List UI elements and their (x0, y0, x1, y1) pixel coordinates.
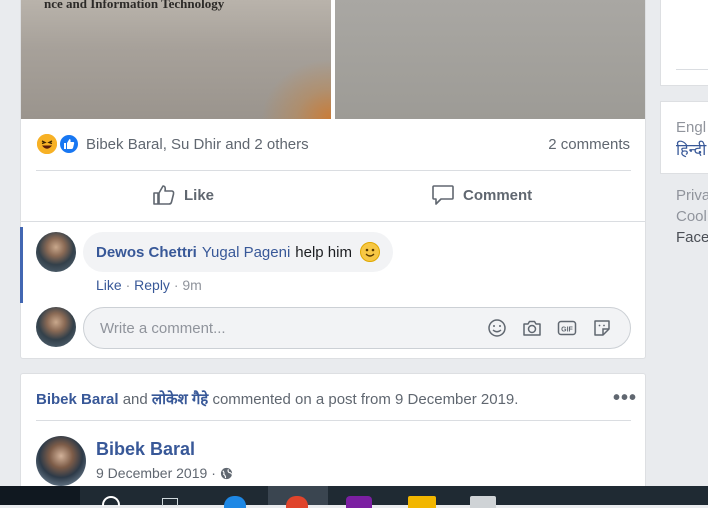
comment-author-link[interactable]: Dewos Chettri (96, 244, 197, 261)
footer-facebook-text: Face (676, 229, 708, 246)
actor-link[interactable]: Bibek Baral (36, 391, 119, 408)
separator: · (125, 277, 131, 293)
current-user-avatar[interactable] (36, 307, 76, 347)
footer-privacy-link[interactable]: Priva (676, 187, 708, 204)
like-button[interactable]: Like (152, 182, 214, 208)
taskbar-start-area[interactable] (0, 486, 80, 505)
chrome-browser-icon[interactable] (286, 496, 308, 508)
app-icon[interactable] (470, 496, 496, 508)
story-activity-line: Bibek Baral and लोकेश गैहे commented on … (36, 389, 518, 409)
globe-icon[interactable] (220, 467, 233, 480)
post-photo-right[interactable] (335, 0, 645, 119)
comment-button[interactable]: Comment (431, 182, 532, 208)
comment-mention-link[interactable]: Yugal Pageni (202, 244, 290, 261)
post-date: 9 December 2019 · (96, 465, 233, 481)
actor-link[interactable]: लोकेश गैहे (152, 391, 208, 408)
emoji-icon[interactable] (486, 317, 508, 339)
post-author-link[interactable]: Bibek Baral (96, 439, 195, 460)
divider (676, 69, 708, 70)
activity-text: commented on a post from 9 December 2019… (212, 391, 519, 408)
haha-reaction-icon[interactable] (36, 133, 58, 155)
divider (36, 420, 631, 421)
language-english[interactable]: Engl (676, 119, 706, 136)
file-explorer-icon[interactable] (408, 496, 436, 508)
language-hindi-link[interactable]: हिन्दी (676, 138, 706, 160)
more-options-icon[interactable]: ••• (613, 388, 637, 408)
comment-reply-link[interactable]: Reply (134, 277, 170, 293)
camera-icon[interactable] (521, 317, 543, 339)
like-reaction-icon[interactable] (58, 133, 80, 155)
comment-button-label: Comment (463, 186, 533, 204)
comment-meta: Like · Reply · 9m (96, 277, 202, 293)
comment-text: help him (295, 243, 352, 261)
edge-browser-icon[interactable] (224, 496, 246, 508)
svg-text:GIF: GIF (561, 327, 573, 334)
comment-highlight-bar (20, 227, 23, 303)
sidebar-box (660, 0, 708, 86)
like-button-label: Like (184, 186, 215, 204)
smiley-emoji-icon (359, 242, 380, 262)
separator: · (211, 465, 216, 481)
reactor-names-link[interactable]: Bibek Baral, Su Dhir and 2 others (86, 136, 309, 153)
comment-like-link[interactable]: Like (96, 277, 122, 293)
commenter-avatar[interactable] (36, 232, 76, 272)
divider (36, 170, 631, 171)
comment-count-link[interactable]: 2 comments (548, 136, 630, 153)
divider (21, 221, 645, 222)
footer-cookies-link[interactable]: Cool (676, 208, 707, 225)
comment-bubble-icon (432, 185, 454, 205)
post-author-avatar[interactable] (36, 436, 86, 486)
app-icon[interactable] (346, 496, 372, 508)
thumbs-up-icon (153, 185, 175, 205)
post-photo-left[interactable]: nce and Information Technology (21, 0, 331, 119)
comment-bubble: Dewos Chettri Yugal Pageni help him (83, 232, 393, 272)
sticker-icon[interactable] (591, 317, 613, 339)
comment-time[interactable]: 9m (182, 277, 201, 293)
write-comment-placeholder: Write a comment... (100, 320, 226, 337)
post-date-link[interactable]: 9 December 2019 (96, 465, 207, 481)
and-text: and (122, 391, 148, 408)
separator: · (173, 277, 179, 293)
photo-caption-text: nce and Information Technology (44, 0, 225, 11)
gif-icon[interactable]: GIF (556, 317, 578, 339)
